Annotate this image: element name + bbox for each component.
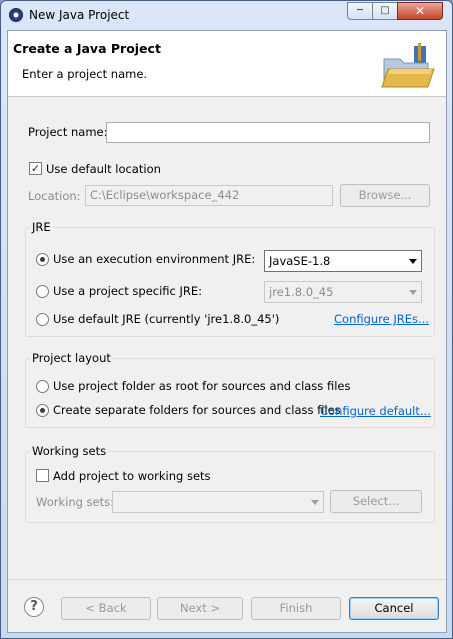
new-java-project-wizard-icon: [381, 43, 435, 88]
cancel-button[interactable]: Cancel: [349, 597, 439, 620]
maximize-button[interactable]: □: [372, 2, 398, 20]
radio-project-specific-jre-label: Use a project specific JRE:: [53, 284, 203, 298]
radio-default-jre-label: Use default JRE (currently 'jre1.8.0_45'…: [53, 312, 280, 326]
finish-button[interactable]: Finish: [251, 597, 341, 620]
wizard-header: Create a Java Project Enter a project na…: [8, 31, 446, 97]
wizard-message: Enter a project name.: [22, 67, 148, 81]
dialog-window: New Java Project ─ □ ✕ Create a Java Pro…: [0, 0, 453, 639]
help-icon[interactable]: ?: [24, 597, 44, 617]
add-to-working-sets-checkbox[interactable]: [36, 469, 49, 482]
chevron-down-icon: [409, 259, 417, 264]
chevron-down-icon: [311, 500, 319, 505]
radio-default-jre[interactable]: [36, 313, 49, 326]
select-working-sets-button[interactable]: Select...: [330, 490, 422, 513]
use-default-location-label: Use default location: [46, 162, 161, 176]
execution-environment-select[interactable]: JavaSE-1.8: [264, 250, 422, 272]
eclipse-icon: [9, 8, 23, 22]
working-sets-label: Working sets:: [36, 495, 115, 509]
configure-jres-link[interactable]: Configure JREs...: [334, 312, 429, 326]
browse-button[interactable]: Browse...: [340, 184, 430, 207]
project-layout-title: Project layout: [30, 351, 113, 365]
minimize-icon: ─: [356, 5, 364, 16]
footer-separator: [8, 579, 446, 580]
window-title: New Java Project: [29, 8, 130, 22]
title-bar[interactable]: New Java Project ─ □ ✕: [1, 1, 452, 29]
project-specific-jre-value: jre1.8.0_45: [269, 285, 334, 299]
project-specific-jre-select[interactable]: jre1.8.0_45: [264, 281, 422, 303]
chevron-down-icon: [409, 290, 417, 295]
close-button[interactable]: ✕: [397, 2, 443, 20]
radio-separate-folders-label: Create separate folders for sources and …: [53, 403, 341, 417]
jre-group-title: JRE: [30, 220, 53, 234]
radio-project-specific-jre[interactable]: [36, 285, 49, 298]
close-icon: ✕: [414, 4, 426, 18]
radio-execution-environment[interactable]: [36, 253, 49, 266]
dialog-content: Create a Java Project Enter a project na…: [7, 30, 447, 633]
radio-project-folder-root-label: Use project folder as root for sources a…: [53, 379, 351, 393]
execution-environment-value: JavaSE-1.8: [269, 254, 331, 268]
back-button[interactable]: < Back: [61, 597, 151, 620]
working-sets-select[interactable]: [112, 491, 324, 513]
next-button[interactable]: Next >: [157, 597, 243, 620]
project-name-label: Project name:: [28, 125, 108, 139]
minimize-button[interactable]: ─: [347, 2, 373, 20]
add-to-working-sets-label: Add project to working sets: [53, 469, 211, 483]
use-default-location-checkbox[interactable]: ✓: [29, 162, 42, 175]
working-sets-title: Working sets: [30, 444, 109, 458]
maximize-icon: □: [380, 5, 390, 16]
radio-execution-environment-label: Use an execution environment JRE:: [53, 252, 256, 266]
location-input[interactable]: C:\Eclipse\workspace_442: [85, 185, 333, 206]
radio-project-folder-root[interactable]: [36, 380, 49, 393]
radio-separate-folders[interactable]: [36, 404, 49, 417]
project-name-input[interactable]: [106, 122, 430, 143]
configure-default-link[interactable]: Configure default...: [320, 404, 431, 418]
wizard-title: Create a Java Project: [13, 41, 161, 56]
location-label: Location:: [28, 189, 81, 203]
